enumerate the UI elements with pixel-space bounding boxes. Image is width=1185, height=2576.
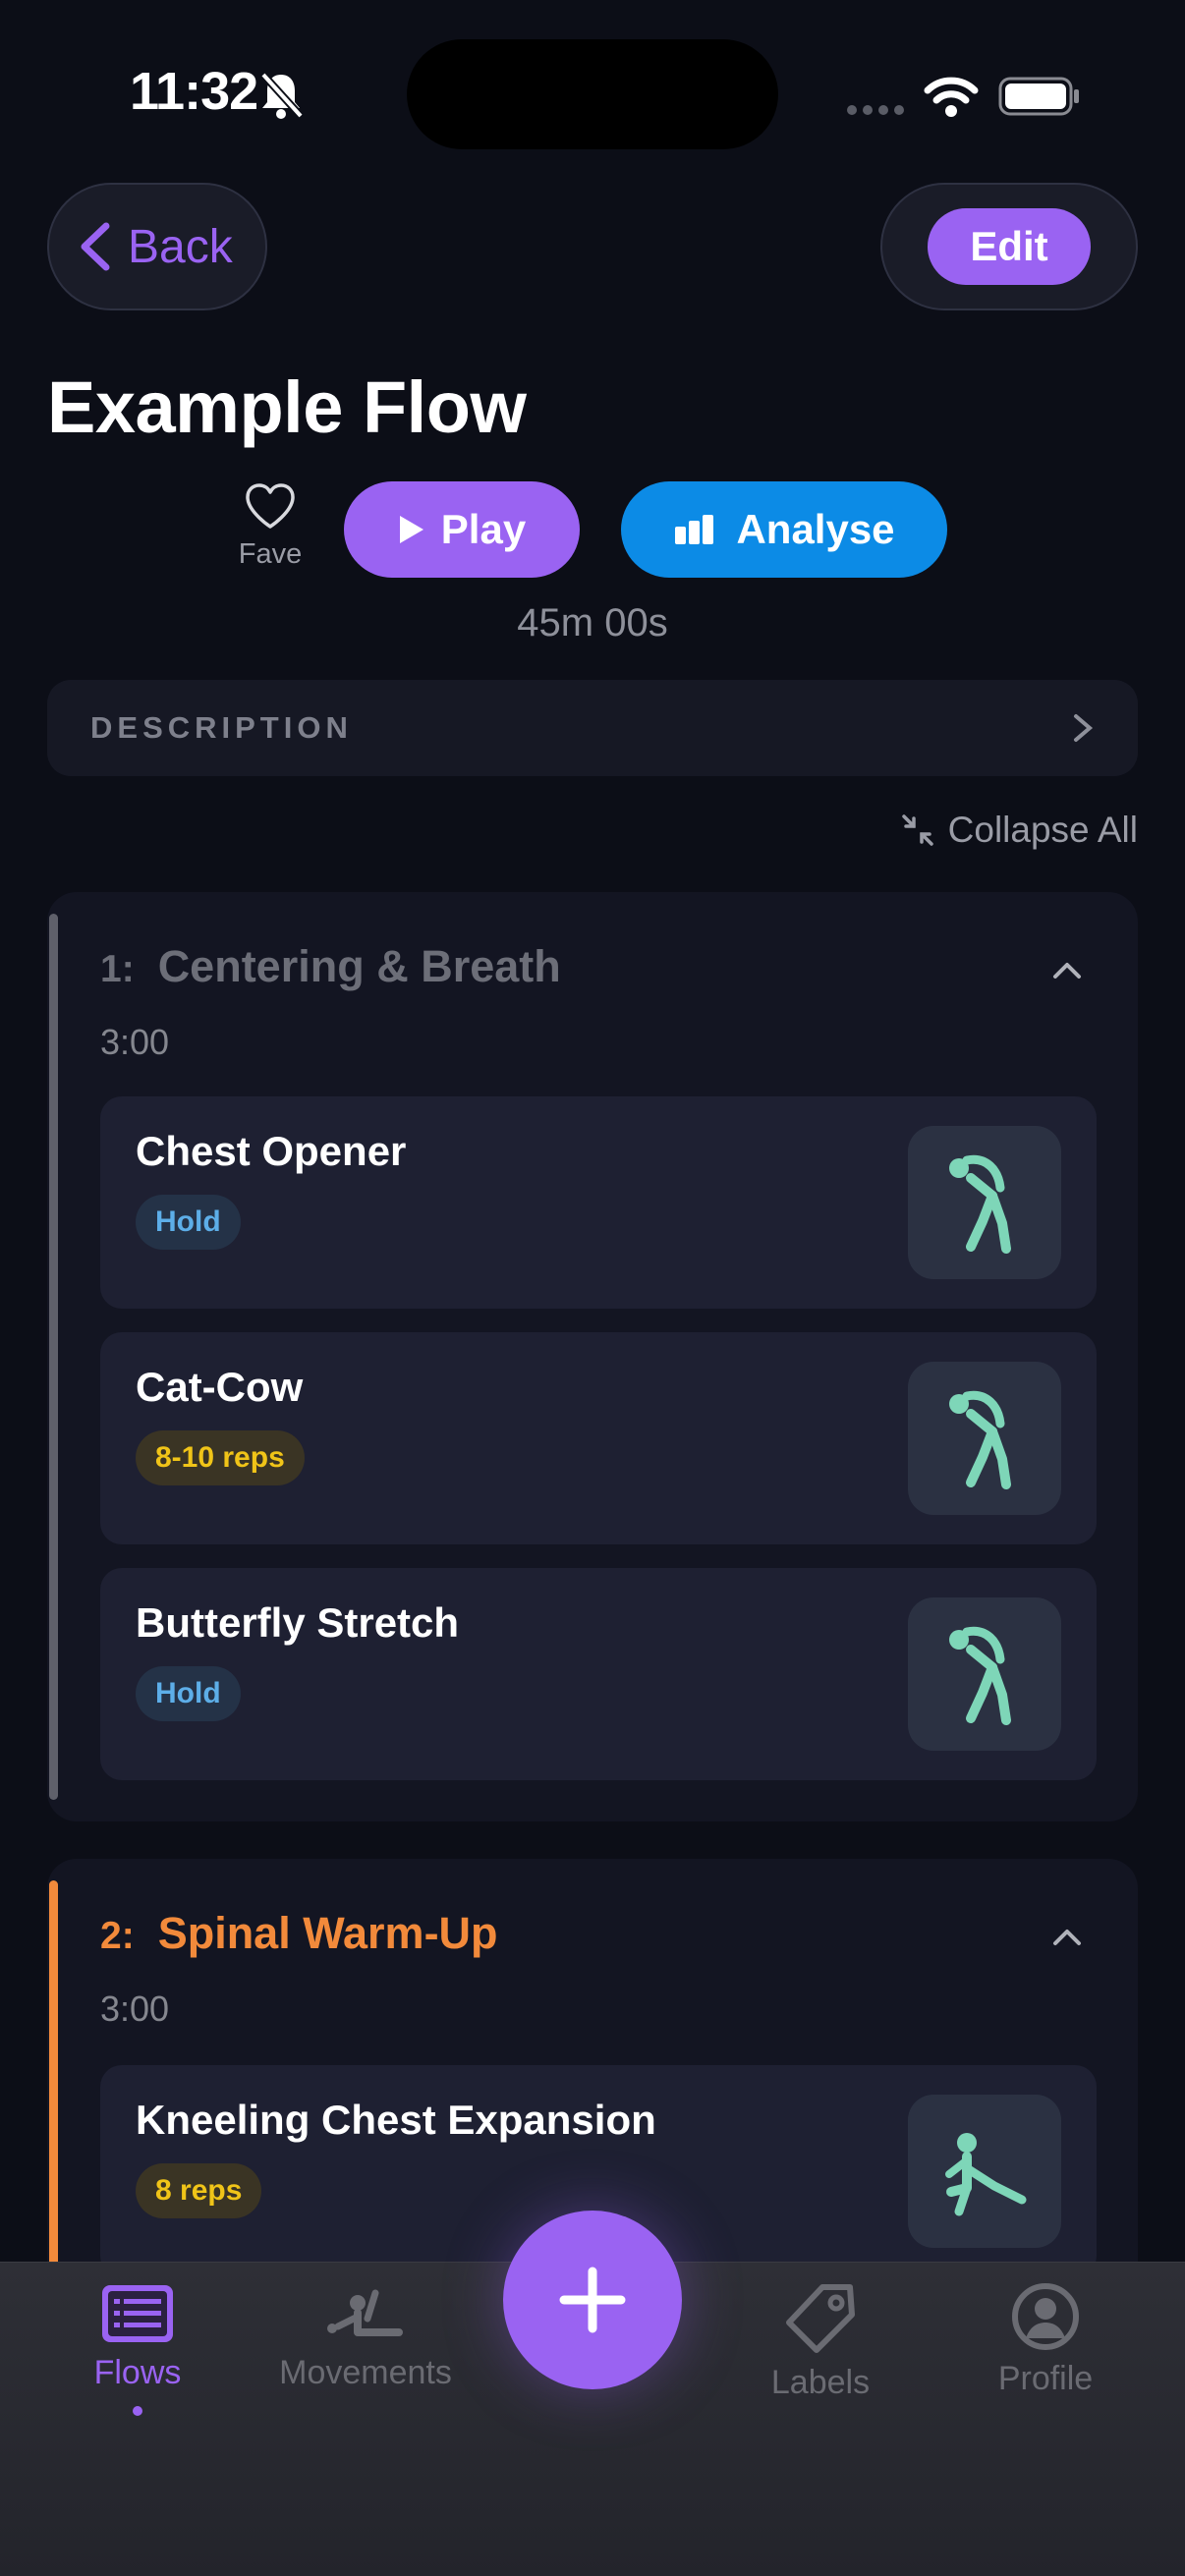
tab-flows[interactable]: Flows [69,2281,206,2416]
edit-button-container: Edit [880,183,1138,310]
movement-tag: 8-10 reps [136,1430,305,1485]
collapse-arrows-icon [901,814,933,846]
movement-card[interactable]: Cat-Cow 8-10 reps [100,1332,1097,1544]
fave-label: Fave [238,538,303,570]
description-label: DESCRIPTION [90,710,353,745]
play-button[interactable]: Play [344,481,580,578]
tab-label: Movements [279,2354,452,2391]
section-time: 3:00 [100,1988,170,2029]
movement-thumbnail [908,1362,1061,1515]
section-number: 1: [100,948,135,990]
section-time: 3:00 [100,1022,170,1062]
tab-label: Profile [997,2360,1094,2397]
movement-thumbnail [908,1126,1061,1279]
section-title: Centering & Breath [157,941,561,991]
fave-button[interactable]: Fave [232,481,309,571]
standing-stretch-icon [949,1626,1011,1725]
battery-icon [998,77,1079,116]
movement-card[interactable]: Chest Opener Hold [100,1096,1097,1309]
tab-profile[interactable]: Profile [977,2281,1114,2398]
standing-stretch-icon [949,1390,1011,1489]
movement-tag: 8 reps [136,2163,262,2218]
bar-chart-icon [675,515,714,544]
page-title: Example Flow [47,366,527,448]
movement-card[interactable]: Butterfly Stretch Hold [100,1568,1097,1780]
section-number: 2: [100,1915,135,1957]
dynamic-island [407,39,778,149]
collapse-all-button[interactable]: Collapse All [901,810,1138,851]
play-label: Play [440,506,527,552]
heart-icon [246,483,295,529]
profile-icon [1012,2283,1079,2350]
analyse-button[interactable]: Analyse [621,481,947,578]
add-flow-button[interactable] [503,2211,682,2389]
chevron-left-icon [81,222,110,271]
play-icon [399,516,423,543]
movement-tag: Hold [136,1666,241,1721]
plus-icon [559,2267,626,2333]
section-header[interactable]: 1: Centering & Breath [100,941,561,992]
status-time: 11:32 [130,62,258,121]
analyse-label: Analyse [736,506,895,552]
tab-movements[interactable]: Movements [257,2281,474,2392]
flows-list-icon [102,2285,173,2342]
flow-duration: 45m 00s [517,601,668,644]
chevron-right-icon [1074,714,1094,742]
signal-dots-icon [847,102,910,120]
chevron-up-icon[interactable] [1051,1926,1083,1949]
wifi-icon [924,77,979,117]
section-title: Spinal Warm-Up [157,1908,498,1958]
movement-name: Butterfly Stretch [136,1599,460,1646]
movement-name: Chest Opener [136,1128,407,1174]
tab-label: Labels [770,2364,871,2401]
movement-name: Cat-Cow [136,1364,304,1410]
movement-name: Kneeling Chest Expansion [136,2097,656,2143]
section-accent-bar [49,914,58,1800]
tab-labels[interactable]: Labels [747,2281,894,2402]
movement-thumbnail [908,1597,1061,1751]
section-centering-breath: 1: Centering & Breath 3:00 Chest Opener … [47,892,1138,1821]
bell-muted-icon [260,72,304,119]
tag-icon [786,2284,855,2353]
edit-button[interactable]: Edit [928,208,1091,285]
movements-icon [327,2289,403,2336]
kneeling-stretch-icon [945,2133,1027,2216]
section-header[interactable]: 2: Spinal Warm-Up [100,1908,498,1959]
back-label: Back [128,220,233,273]
active-indicator [133,2406,142,2416]
chevron-up-icon[interactable] [1051,959,1083,982]
collapse-all-label: Collapse All [947,810,1138,850]
description-row[interactable]: DESCRIPTION [47,680,1138,776]
movement-thumbnail [908,2095,1061,2248]
tab-label: Flows [93,2354,182,2391]
standing-stretch-icon [949,1154,1011,1254]
back-button[interactable]: Back [47,183,267,310]
movement-tag: Hold [136,1195,241,1250]
